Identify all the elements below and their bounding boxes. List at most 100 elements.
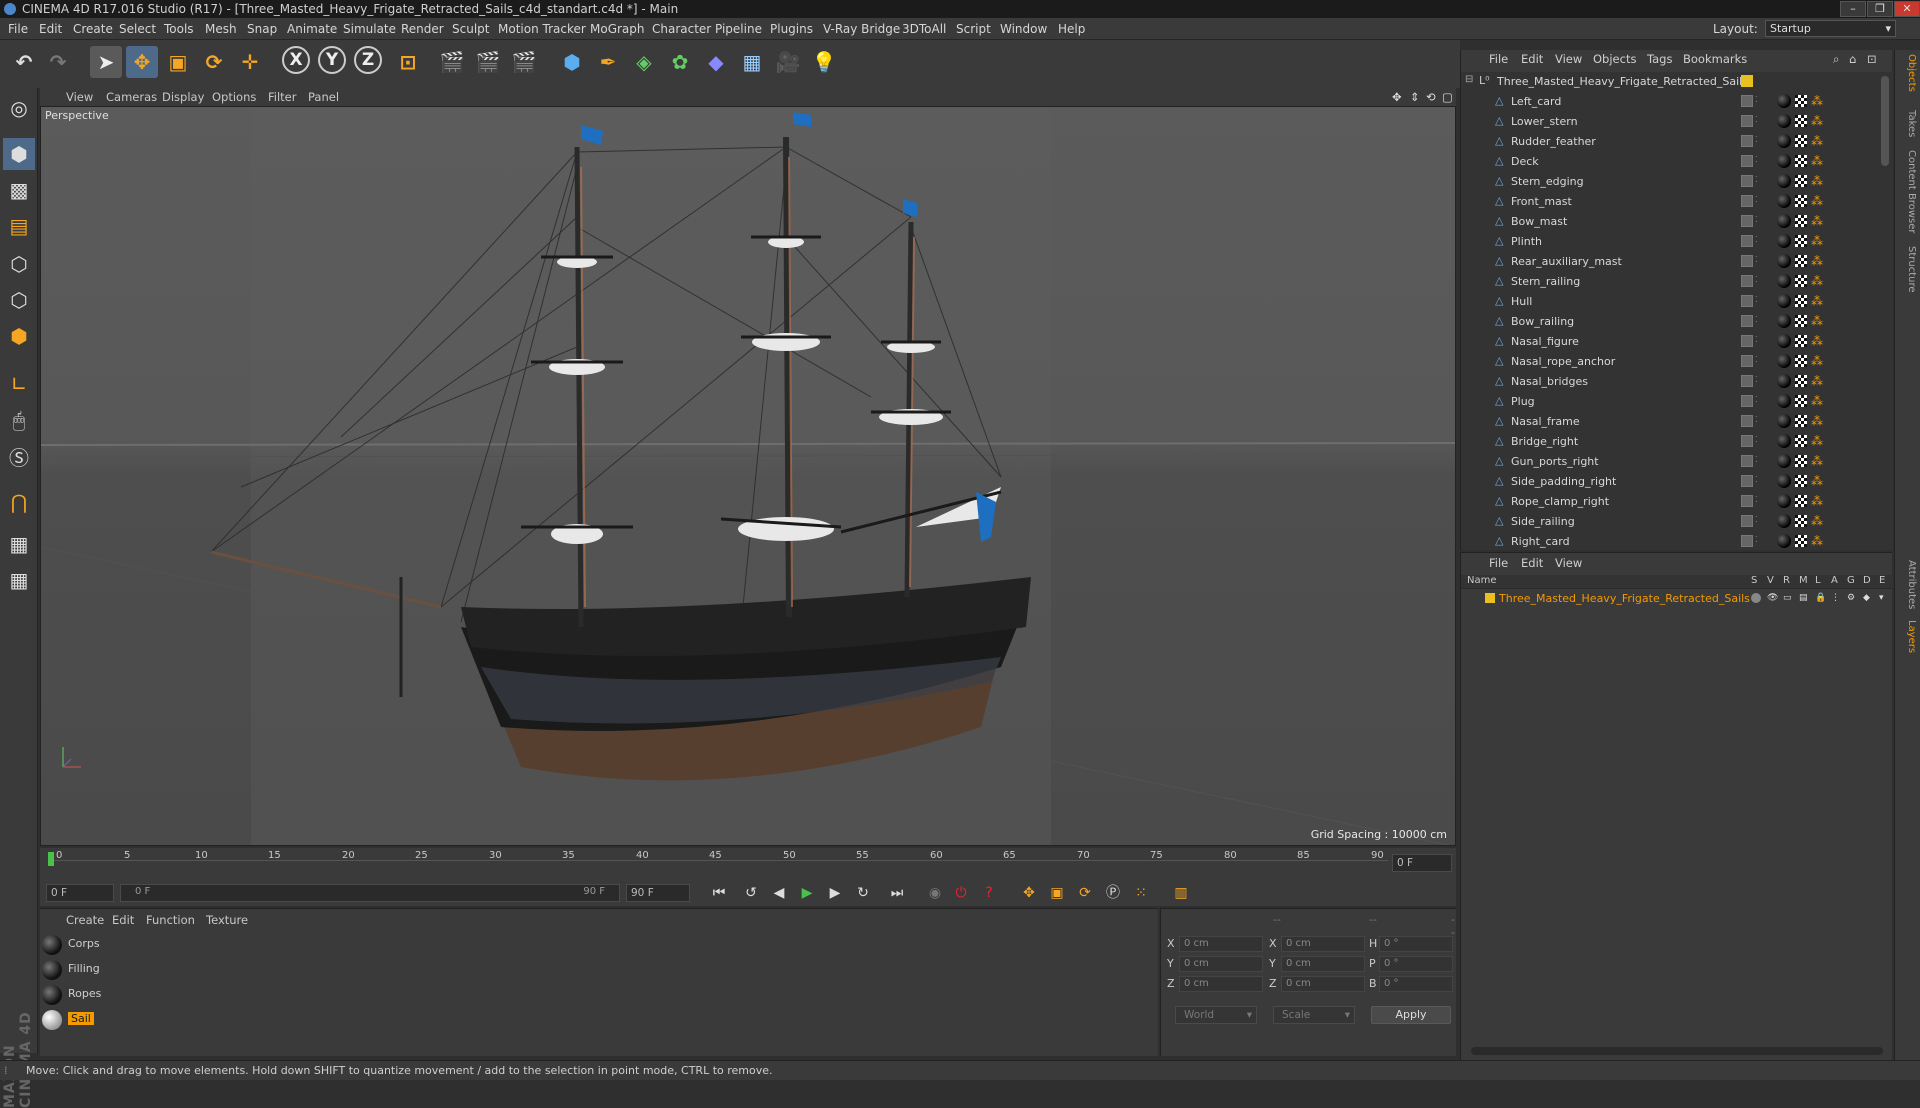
- texture-tag-icon[interactable]: [1795, 455, 1807, 467]
- editor-visibility-toggle[interactable]: [1741, 195, 1753, 207]
- viewport-menu-cameras[interactable]: Cameras: [106, 90, 157, 104]
- spline-pen-button[interactable]: ✒: [592, 46, 624, 78]
- z-axis-button[interactable]: Z: [354, 46, 382, 74]
- texture-tag-icon[interactable]: [1795, 475, 1807, 487]
- search-icon[interactable]: ⌕: [1833, 52, 1839, 67]
- editor-visibility-toggle[interactable]: [1741, 295, 1753, 307]
- render-visibility-dots[interactable]: ⁚: [1755, 255, 1759, 267]
- object-tree-item[interactable]: △ Hull ⁚ ⁂: [1461, 292, 1893, 312]
- maximize-button[interactable]: ❐: [1867, 1, 1893, 17]
- selection-tag-icon[interactable]: ⁂: [1811, 374, 1825, 388]
- selection-tag-icon[interactable]: ⁂: [1811, 474, 1825, 488]
- workplane-button[interactable]: ▤: [3, 210, 35, 242]
- render-picture-viewer-button[interactable]: 🎬: [472, 46, 504, 78]
- material-tag-icon[interactable]: [1777, 354, 1791, 368]
- material-tag-icon[interactable]: [1777, 134, 1791, 148]
- material-tag-icon[interactable]: [1777, 394, 1791, 408]
- viewport-menu-display[interactable]: Display: [162, 90, 204, 104]
- layer-lock-icon[interactable]: 🔒: [1815, 593, 1826, 603]
- render-view-button[interactable]: 🎬: [436, 46, 468, 78]
- material-item[interactable]: Filling: [42, 958, 1152, 982]
- key-position-button[interactable]: ✥: [1018, 883, 1040, 903]
- viewport-maximize-icon[interactable]: ▢: [1442, 90, 1453, 104]
- texture-tag-icon[interactable]: [1795, 235, 1807, 247]
- tab-attributes[interactable]: Attributes: [1899, 560, 1917, 609]
- object-tree-item[interactable]: △ Bow_mast ⁚ ⁂: [1461, 212, 1893, 232]
- rot-h-field[interactable]: 0 °: [1379, 936, 1453, 952]
- object-tree-item[interactable]: △ Front_mast ⁚ ⁂: [1461, 192, 1893, 212]
- play-button[interactable]: ▶: [796, 883, 818, 903]
- render-visibility-dots[interactable]: ⁚: [1755, 495, 1759, 507]
- render-visibility-dots[interactable]: ⁚: [1755, 395, 1759, 407]
- layer-color-tag[interactable]: [1741, 75, 1753, 87]
- material-item[interactable]: Corps: [42, 933, 1152, 957]
- layer-menu-edit[interactable]: Edit: [1521, 556, 1543, 570]
- array-button[interactable]: ✿: [664, 46, 696, 78]
- render-visibility-dots[interactable]: ⁚: [1755, 175, 1759, 187]
- object-tree-item[interactable]: △ Plug ⁚ ⁂: [1461, 392, 1893, 412]
- material-menu-function[interactable]: Function: [146, 913, 195, 927]
- texture-tag-icon[interactable]: [1795, 155, 1807, 167]
- editor-visibility-toggle[interactable]: [1741, 215, 1753, 227]
- texture-tag-icon[interactable]: [1795, 295, 1807, 307]
- tab-content-browser[interactable]: Content Browser: [1899, 150, 1917, 233]
- menu-mograph[interactable]: MoGraph: [590, 22, 645, 36]
- object-menu-file[interactable]: File: [1489, 52, 1508, 66]
- render-visibility-dots[interactable]: ⁚: [1755, 115, 1759, 127]
- object-tree-item[interactable]: △ Lower_stern ⁚ ⁂: [1461, 112, 1893, 132]
- object-tree-item[interactable]: △ Side_railing ⁚ ⁂: [1461, 512, 1893, 532]
- selection-tag-icon[interactable]: ⁂: [1811, 214, 1825, 228]
- editor-visibility-toggle[interactable]: [1741, 155, 1753, 167]
- texture-tag-icon[interactable]: [1795, 335, 1807, 347]
- editor-visibility-toggle[interactable]: [1741, 315, 1753, 327]
- layer-eye-icon[interactable]: 👁: [1767, 593, 1778, 603]
- deformer-button[interactable]: ◆: [700, 46, 732, 78]
- menu-3dtoall[interactable]: 3DToAll: [902, 22, 946, 36]
- key-scale-button[interactable]: ▣: [1046, 883, 1068, 903]
- material-tag-icon[interactable]: [1777, 114, 1791, 128]
- current-frame-field[interactable]: 0 F: [1392, 854, 1452, 872]
- texture-tag-icon[interactable]: [1795, 255, 1807, 267]
- editor-visibility-toggle[interactable]: [1741, 415, 1753, 427]
- live-selection-button[interactable]: ➤: [90, 46, 122, 78]
- selection-tag-icon[interactable]: ⁂: [1811, 394, 1825, 408]
- rotate-tool-button[interactable]: ⟳: [198, 46, 230, 78]
- render-visibility-dots[interactable]: ⁚: [1755, 375, 1759, 387]
- scale-tool-button[interactable]: ▣: [162, 46, 194, 78]
- material-tag-icon[interactable]: [1777, 214, 1791, 228]
- editor-visibility-toggle[interactable]: [1741, 435, 1753, 447]
- go-to-end-button[interactable]: ⏭: [886, 883, 908, 903]
- material-tag-icon[interactable]: [1777, 94, 1791, 108]
- object-tree-item[interactable]: △ Nasal_frame ⁚ ⁂: [1461, 412, 1893, 432]
- end-frame-field[interactable]: 90 F: [626, 884, 690, 902]
- texture-tag-icon[interactable]: [1795, 395, 1807, 407]
- layout-select[interactable]: Startup ▾: [1765, 20, 1896, 37]
- undo-button[interactable]: ↶: [8, 46, 40, 78]
- render-visibility-dots[interactable]: ⁚: [1755, 295, 1759, 307]
- timeline-ruler[interactable]: 0 5 10 15 20 25 30 35 40 45 50 55 60 65 …: [40, 848, 1456, 880]
- go-to-start-button[interactable]: ⏮: [708, 883, 730, 903]
- size-y-field[interactable]: 0 cm: [1281, 956, 1365, 972]
- render-visibility-dots[interactable]: ⁚: [1755, 475, 1759, 487]
- texture-mode-button[interactable]: ▩: [3, 174, 35, 206]
- selection-tag-icon[interactable]: ⁂: [1811, 254, 1825, 268]
- selection-tag-icon[interactable]: ⁂: [1811, 334, 1825, 348]
- y-axis-button[interactable]: Y: [318, 46, 346, 74]
- render-visibility-dots[interactable]: ⁚: [1755, 235, 1759, 247]
- texture-tag-icon[interactable]: [1795, 315, 1807, 327]
- object-tree-item[interactable]: △ Bow_railing ⁚ ⁂: [1461, 312, 1893, 332]
- material-tag-icon[interactable]: [1777, 434, 1791, 448]
- material-tag-icon[interactable]: [1777, 254, 1791, 268]
- selection-tag-icon[interactable]: ⁂: [1811, 314, 1825, 328]
- autokey-button[interactable]: ⏻: [950, 883, 972, 903]
- material-tag-icon[interactable]: [1777, 494, 1791, 508]
- camera-button[interactable]: 🎥: [772, 46, 804, 78]
- viewport-menu-panel[interactable]: Panel: [308, 90, 339, 104]
- object-tree-item[interactable]: △ Rope_clamp_right ⁚ ⁂: [1461, 492, 1893, 512]
- selection-tag-icon[interactable]: ⁂: [1811, 194, 1825, 208]
- object-tree-item[interactable]: △ Stern_railing ⁚ ⁂: [1461, 272, 1893, 292]
- render-visibility-dots[interactable]: ⁚: [1755, 435, 1759, 447]
- tab-structure[interactable]: Structure: [1899, 246, 1917, 293]
- menu-tools[interactable]: Tools: [164, 22, 194, 36]
- editor-visibility-toggle[interactable]: [1741, 235, 1753, 247]
